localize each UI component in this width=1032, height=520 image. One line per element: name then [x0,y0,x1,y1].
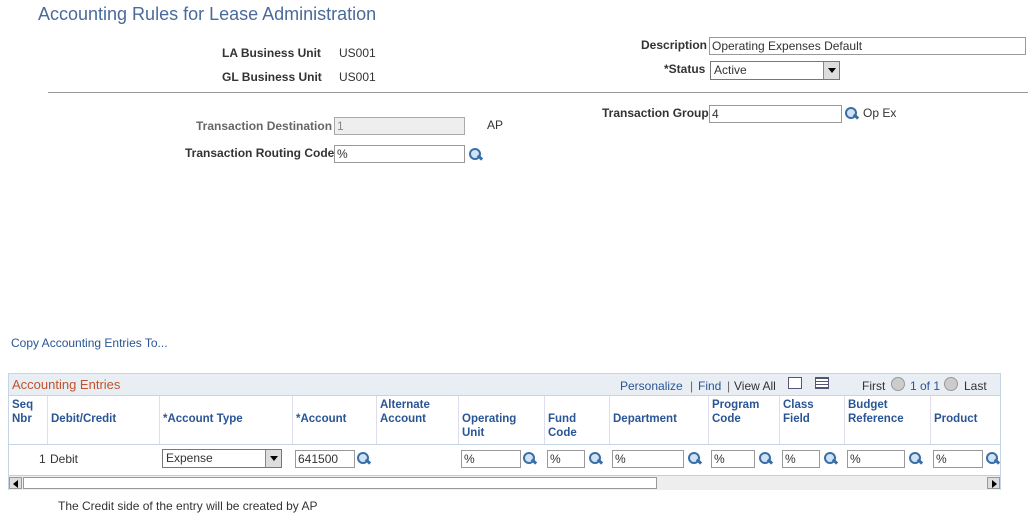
search-icon[interactable] [588,451,602,465]
col-debit-credit: Debit/Credit [48,396,160,444]
col-budget-reference: Budget Reference [845,396,931,444]
search-icon[interactable] [823,451,837,465]
dropdown-arrow-icon[interactable] [265,450,281,467]
class-field-field[interactable]: % [782,450,820,468]
search-icon[interactable] [844,106,858,120]
transaction-routing-code-label: Transaction Routing Code [185,146,335,160]
transaction-destination-desc: AP [487,118,504,132]
la-business-unit-label: LA Business Unit [222,46,321,60]
department-field[interactable]: % [612,450,684,468]
page-title: Accounting Rules for Lease Administratio… [38,4,377,24]
account-field[interactable]: 641500 [295,450,355,468]
scrollbar-thumb[interactable] [23,477,657,489]
transaction-destination-label: Transaction Destination [196,119,333,133]
transaction-routing-code-field[interactable]: % [334,145,465,163]
col-fund-code: Fund Code [545,396,610,444]
find-link[interactable]: Find [698,379,721,393]
grid-title: Accounting Entries [12,377,121,392]
product-field[interactable]: % [933,450,983,468]
account-type-select[interactable]: Expense [162,449,282,468]
col-account-type: *Account Type [160,396,293,444]
col-account: *Account [293,396,377,444]
dropdown-arrow-icon[interactable] [823,62,839,79]
new-window-icon[interactable] [788,377,802,389]
budget-reference-field[interactable]: % [847,450,905,468]
search-icon[interactable] [985,451,999,465]
description-label: Description [641,38,708,52]
col-product: Product [934,413,978,425]
last-label: Last [964,379,987,393]
transaction-destination-field: 1 [334,117,465,135]
account-type-select-value: Expense [166,451,213,465]
status-label: *Status [664,62,706,76]
download-grid-icon[interactable] [815,377,829,389]
seq-nbr-value: 1 [39,452,46,466]
debit-credit-value: Debit [50,452,79,466]
nav-separator: | [690,379,694,393]
status-select-value: Active [714,63,747,77]
nav-separator: | [727,379,731,393]
search-icon[interactable] [908,451,922,465]
gl-business-unit-value: US001 [339,70,376,84]
scroll-right-icon[interactable] [987,477,1000,489]
search-icon[interactable] [522,451,536,465]
next-row-icon[interactable] [944,377,958,391]
search-icon[interactable] [356,451,370,465]
section-divider [48,92,1028,93]
grid-header-bar: Accounting Entries Personalize | Find | … [9,374,1000,396]
status-select[interactable]: Active [710,61,840,80]
col-department: Department [610,396,709,444]
grid-row-divider [9,444,1000,445]
previous-row-icon[interactable] [891,377,905,391]
transaction-group-label: Transaction Group [602,106,709,120]
search-icon[interactable] [758,451,772,465]
view-all-link[interactable]: View All [734,379,776,393]
horizontal-scrollbar[interactable] [9,475,1000,490]
description-field[interactable]: Operating Expenses Default [709,37,1026,55]
copy-accounting-entries-link[interactable]: Copy Accounting Entries To... [11,336,168,350]
fund-code-field[interactable]: % [547,450,585,468]
search-icon[interactable] [687,451,701,465]
footer-note: The Credit side of the entry will be cre… [58,499,318,513]
col-seq-nbr: Seq Nbr [9,396,48,444]
la-business-unit-value: US001 [339,46,376,60]
col-alternate-account: Alternate Account [377,396,459,444]
col-program-code: Program Code [709,396,780,444]
gl-business-unit-label: GL Business Unit [222,70,322,84]
personalize-link[interactable]: Personalize [620,379,683,393]
row-count: 1 of 1 [910,379,941,393]
first-label: First [862,379,886,393]
program-code-field[interactable]: % [711,450,755,468]
transaction-group-desc: Op Ex [863,106,897,120]
col-class-field: Class Field [780,396,845,444]
transaction-group-field[interactable]: 4 [709,105,842,123]
accounting-entries-grid: Accounting Entries Personalize | Find | … [8,373,1001,490]
col-operating-unit: Operating Unit [459,396,545,444]
operating-unit-field[interactable]: % [461,450,521,468]
scroll-left-icon[interactable] [9,477,22,489]
search-icon[interactable] [468,147,482,161]
